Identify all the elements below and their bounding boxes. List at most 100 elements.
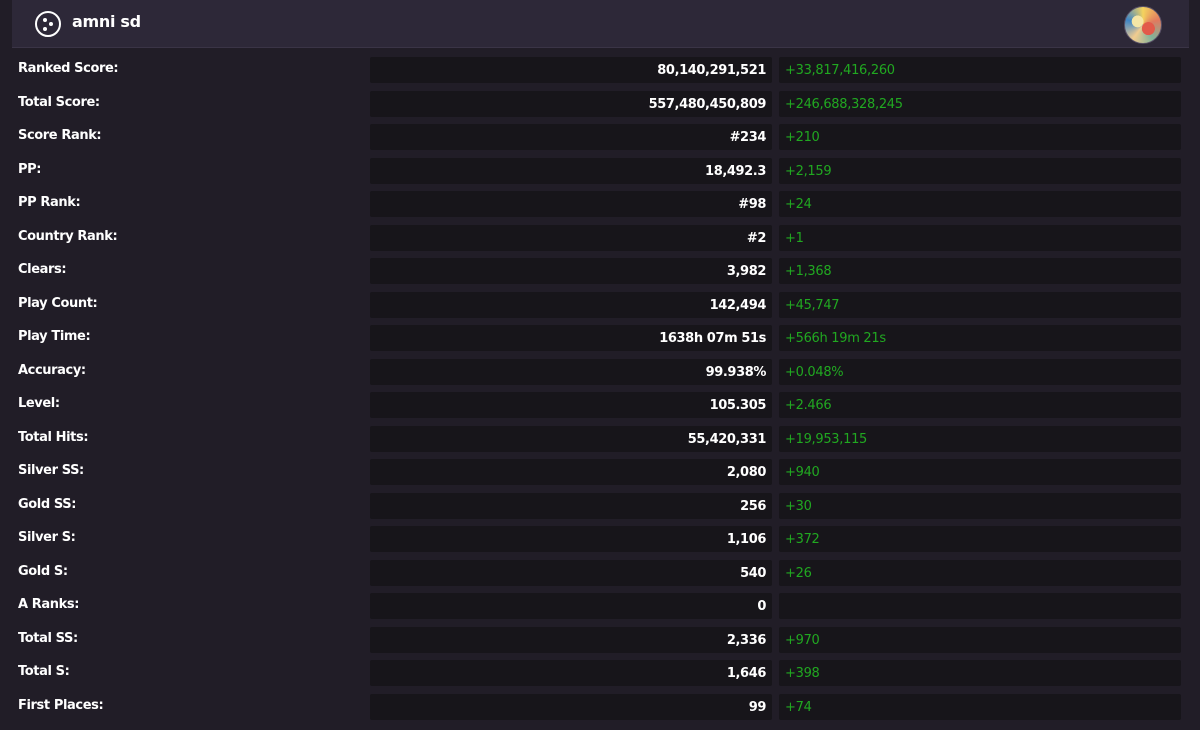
stat-label: Play Time: (18, 329, 91, 344)
stat-delta: +970 (785, 632, 820, 648)
stat-delta: +398 (785, 666, 820, 681)
stat-label: Silver SS: (18, 463, 84, 478)
stat-label: A Ranks: (18, 597, 80, 612)
stat-value-cell: 557,480,450,809 (370, 90, 772, 117)
stat-value: 1,646 (726, 666, 767, 681)
stat-value: #2 (746, 230, 767, 246)
stat-row: Silver S: 1,106 +372 (0, 523, 1200, 557)
stat-value-cell: 3,982 (370, 258, 772, 284)
stat-value: 540 (740, 565, 766, 581)
stat-row: PP: 18,492.3 +2,159 (0, 155, 1200, 189)
stat-delta-cell: +45,747 (779, 291, 1181, 318)
stat-value: 256 (740, 498, 766, 514)
stat-delta-cell: +1,368 (779, 258, 1181, 284)
stat-delta: +26 (785, 565, 812, 581)
stat-delta: +33,817,416,260 (785, 63, 895, 78)
stat-delta: +940 (785, 465, 820, 480)
stat-delta-cell: +372 (779, 526, 1181, 552)
stat-delta-cell: +940 (779, 459, 1181, 485)
stat-label: PP Rank: (18, 195, 81, 210)
stat-value: 3,982 (726, 264, 767, 279)
stat-value: 80,140,291,521 (657, 63, 766, 78)
stat-delta: +30 (785, 498, 812, 514)
stat-delta-cell: +26 (779, 559, 1181, 586)
stat-row: Level: 105.305 +2.466 (0, 389, 1200, 423)
osu-logo-icon[interactable] (35, 11, 61, 37)
stat-value: 557,480,450,809 (648, 96, 767, 112)
stat-delta: +74 (785, 699, 812, 715)
stat-delta: +2.466 (785, 398, 832, 413)
stat-value-cell: 1,646 (370, 660, 772, 686)
stat-value: 99.938% (705, 364, 767, 380)
stat-delta-cell: +1 (779, 224, 1181, 251)
stat-delta-cell: +566h 19m 21s (779, 325, 1181, 351)
stat-row: First Places: 99 +74 (0, 691, 1200, 725)
stat-value-cell: 540 (370, 559, 772, 586)
stat-label: Total S: (18, 664, 70, 679)
stat-row: Play Count: 142,494 +45,747 (0, 289, 1200, 323)
stat-row: Ranked Score: 80,140,291,521 +33,817,416,2… (0, 54, 1200, 88)
stat-value-cell: 80,140,291,521 (370, 57, 772, 83)
stat-value: 2,080 (726, 465, 767, 480)
stat-value-cell: 142,494 (370, 291, 772, 318)
stat-value-cell: 2,336 (370, 626, 772, 653)
stat-value-cell: 99.938% (370, 358, 772, 385)
stat-row: Accuracy: 99.938% +0.048% (0, 356, 1200, 390)
stat-label: Level: (18, 396, 60, 411)
stat-delta-cell (779, 593, 1181, 619)
stat-row: Total SS: 2,336 +970 (0, 624, 1200, 658)
stat-value-cell: #98 (370, 191, 772, 217)
stat-label: Score Rank: (18, 128, 102, 143)
stat-row: Silver SS: 2,080 +940 (0, 456, 1200, 490)
stat-label: Accuracy: (18, 362, 86, 378)
stat-value: 55,420,331 (687, 431, 767, 447)
stat-delta-cell: +2.466 (779, 392, 1181, 418)
stat-value-cell: 2,080 (370, 459, 772, 485)
stat-value: 142,494 (709, 297, 767, 313)
stat-delta: +24 (785, 197, 812, 212)
stat-value-cell: 55,420,331 (370, 425, 772, 452)
stat-row: Play Time: 1638h 07m 51s +566h 19m 21s (0, 322, 1200, 356)
stat-delta-cell: +30 (779, 492, 1181, 519)
stat-delta-cell: +2,159 (779, 157, 1181, 184)
stat-value: #234 (729, 130, 767, 145)
stat-delta: +1 (785, 230, 804, 246)
stat-row: Score Rank: #234 +210 (0, 121, 1200, 155)
stat-label: First Places: (18, 697, 104, 713)
stat-value: 1,106 (726, 532, 767, 547)
stat-delta-cell: +33,817,416,260 (779, 57, 1181, 83)
stat-row: Total Hits: 55,420,331 +19,953,115 (0, 423, 1200, 457)
stat-value-cell: 0 (370, 593, 772, 619)
stat-value: 105.305 (709, 398, 767, 413)
stat-value-cell: 1638h 07m 51s (370, 325, 772, 351)
stat-delta: +210 (785, 130, 820, 145)
stat-label: Total SS: (18, 630, 78, 646)
stat-label: Silver S: (18, 530, 76, 545)
stat-row: Gold SS: 256 +30 (0, 490, 1200, 524)
stat-value: #98 (738, 197, 766, 212)
stat-label: Gold S: (18, 563, 68, 579)
stat-delta-cell: +24 (779, 191, 1181, 217)
stat-value: 99 (748, 699, 767, 715)
stat-value-cell: 1,106 (370, 526, 772, 552)
stat-label: PP: (18, 161, 42, 177)
stat-value: 1638h 07m 51s (659, 331, 766, 346)
stat-delta-cell: +398 (779, 660, 1181, 686)
stat-delta-cell: +246,688,328,245 (779, 90, 1181, 117)
stat-delta-cell: +210 (779, 124, 1181, 150)
stat-label: Ranked Score: (18, 61, 119, 76)
stat-delta: +372 (785, 532, 820, 547)
stat-row: Clears: 3,982 +1,368 (0, 255, 1200, 289)
stat-value: 0 (757, 599, 766, 614)
stat-value-cell: 105.305 (370, 392, 772, 418)
stat-delta: +566h 19m 21s (785, 331, 886, 346)
stat-value: 2,336 (726, 632, 767, 648)
stat-row: Gold S: 540 +26 (0, 557, 1200, 591)
stat-delta-cell: +74 (779, 693, 1181, 720)
stats-table: Ranked Score: 80,140,291,521 +33,817,416,2… (0, 54, 1200, 724)
stat-row: Total Score: 557,480,450,809 +246,688,328,… (0, 88, 1200, 122)
stat-delta-cell: +0.048% (779, 358, 1181, 385)
stat-delta-cell: +970 (779, 626, 1181, 653)
user-avatar-icon[interactable] (1124, 6, 1162, 44)
stat-row: Country Rank: #2 +1 (0, 222, 1200, 256)
